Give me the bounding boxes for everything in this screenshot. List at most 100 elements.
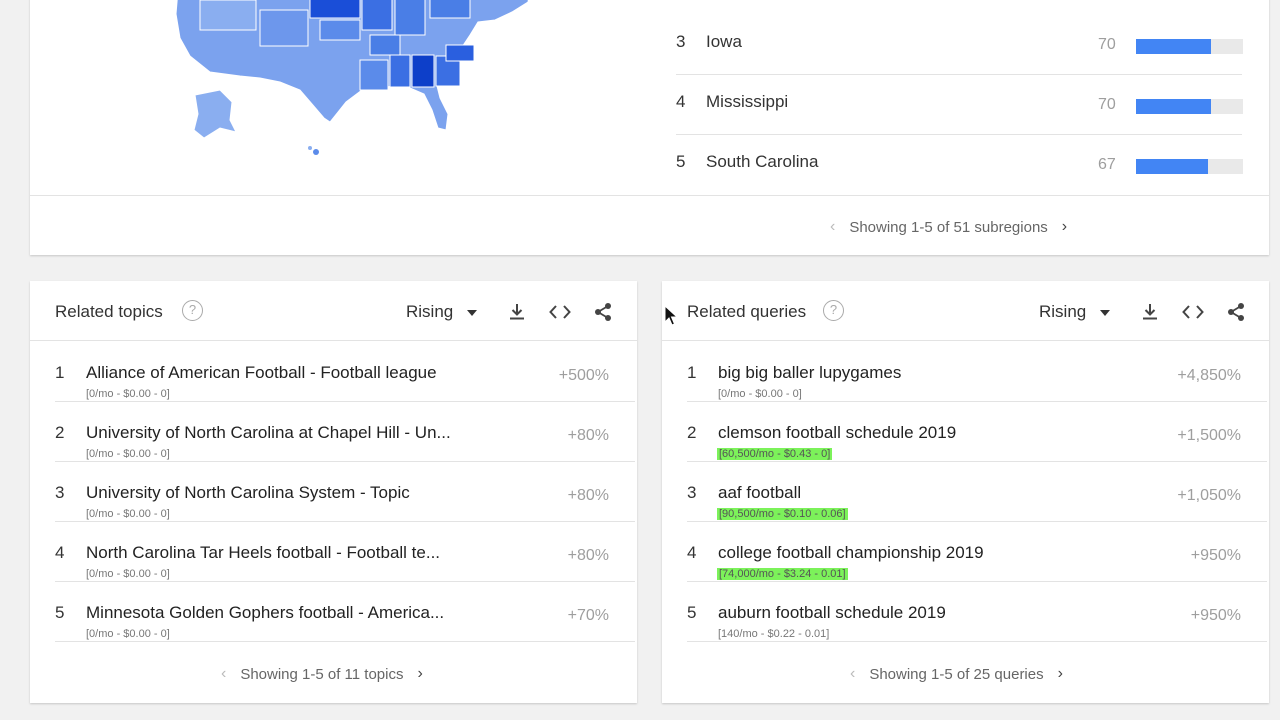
map-state bbox=[411, 54, 435, 88]
prev-page-icon[interactable]: ‹ bbox=[221, 665, 226, 683]
rank-number: 1 bbox=[687, 363, 697, 382]
map-alaska bbox=[193, 89, 237, 139]
pager-text: Showing 1-5 of 51 subregions bbox=[849, 218, 1048, 236]
subregion-row[interactable]: 4 Mississippi 70 bbox=[676, 75, 1243, 135]
card-title: Related topics bbox=[55, 302, 163, 321]
topic-label[interactable]: University of North Carolina System - To… bbox=[86, 483, 410, 503]
keyword-metrics: [74,000/mo - $3.24 - 0.01] bbox=[717, 568, 848, 580]
rank-number: 3 bbox=[55, 483, 65, 502]
value-bar-fill bbox=[1136, 99, 1211, 114]
share-icon[interactable] bbox=[1224, 300, 1248, 324]
map-hawaii bbox=[313, 149, 319, 155]
filter-dropdown[interactable]: Rising bbox=[406, 302, 478, 322]
query-label[interactable]: aaf football bbox=[718, 483, 801, 503]
related-topics-card: Related topics ? Rising 1 Alliance of Am… bbox=[30, 281, 637, 703]
chevron-down-icon bbox=[1100, 309, 1111, 316]
map-state bbox=[199, 0, 257, 31]
rank-number: 1 bbox=[55, 363, 65, 382]
topic-label[interactable]: North Carolina Tar Heels football - Foot… bbox=[86, 543, 440, 563]
query-label[interactable]: auburn football schedule 2019 bbox=[718, 603, 946, 623]
subregion-name[interactable]: South Carolina bbox=[706, 152, 818, 172]
mouse-cursor-icon bbox=[664, 305, 678, 326]
pager-text: Showing 1-5 of 11 topics bbox=[240, 665, 404, 683]
list-item[interactable]: 2 clemson football schedule 2019 [60,500… bbox=[687, 402, 1267, 462]
value-bar-fill bbox=[1136, 39, 1211, 54]
share-icon[interactable] bbox=[591, 300, 615, 324]
map-state bbox=[359, 59, 389, 91]
keyword-metrics: [0/mo - $0.00 - 0] bbox=[86, 628, 170, 640]
list-item[interactable]: 2 University of North Carolina at Chapel… bbox=[55, 402, 635, 462]
list-item[interactable]: 5 auburn football schedule 2019 [140/mo … bbox=[687, 582, 1267, 642]
value-bar bbox=[1136, 99, 1243, 114]
subregion-value: 67 bbox=[1098, 156, 1116, 173]
rising-percent: +950% bbox=[1190, 547, 1241, 564]
rising-percent: +70% bbox=[567, 607, 609, 624]
prev-page-icon[interactable]: ‹ bbox=[850, 665, 855, 683]
rank-number: 5 bbox=[676, 152, 686, 171]
rising-percent: +4,850% bbox=[1177, 367, 1241, 384]
prev-page-icon[interactable]: ‹ bbox=[830, 218, 835, 236]
rank-number: 4 bbox=[55, 543, 65, 562]
query-label[interactable]: big big baller lupygames bbox=[718, 363, 901, 383]
keyword-metrics: [0/mo - $0.00 - 0] bbox=[86, 448, 170, 460]
list-item[interactable]: 1 big big baller lupygames [0/mo - $0.00… bbox=[687, 342, 1267, 402]
topic-label[interactable]: Minnesota Golden Gophers football - Amer… bbox=[86, 603, 444, 623]
next-page-icon[interactable]: › bbox=[417, 665, 422, 683]
divider bbox=[30, 195, 1269, 196]
download-icon[interactable] bbox=[505, 300, 529, 324]
map-state bbox=[259, 9, 309, 47]
topics-pager: ‹ Showing 1-5 of 11 topics › bbox=[221, 665, 423, 683]
filter-value: Rising bbox=[1039, 302, 1087, 321]
map-state bbox=[361, 0, 393, 31]
map-state bbox=[394, 0, 426, 36]
keyword-metrics: [0/mo - $0.00 - 0] bbox=[86, 508, 170, 520]
rank-number: 4 bbox=[676, 92, 686, 111]
map-state bbox=[445, 44, 475, 62]
keyword-metrics: [60,500/mo - $0.43 - 0] bbox=[717, 448, 833, 460]
topic-label[interactable]: Alliance of American Football - Football… bbox=[86, 363, 437, 383]
value-bar bbox=[1136, 159, 1243, 174]
list-item[interactable]: 1 Alliance of American Football - Footba… bbox=[55, 342, 635, 402]
next-page-icon[interactable]: › bbox=[1062, 218, 1067, 236]
subregion-name[interactable]: Mississippi bbox=[706, 92, 788, 112]
list-item[interactable]: 3 University of North Carolina System - … bbox=[55, 462, 635, 522]
subregion-name[interactable]: Iowa bbox=[706, 32, 742, 52]
help-icon[interactable]: ? bbox=[182, 300, 203, 321]
query-label[interactable]: college football championship 2019 bbox=[718, 543, 984, 563]
subregion-row[interactable]: 5 South Carolina 67 bbox=[676, 135, 1243, 195]
rank-number: 4 bbox=[687, 543, 697, 562]
rank-number: 3 bbox=[687, 483, 697, 502]
keyword-metrics: [0/mo - $0.00 - 0] bbox=[86, 388, 170, 400]
us-map[interactable] bbox=[140, 0, 540, 170]
list-item[interactable]: 3 aaf football [90,500/mo - $0.10 - 0.06… bbox=[687, 462, 1267, 522]
card-header: Related queries ? Rising bbox=[662, 281, 1269, 341]
query-label[interactable]: clemson football schedule 2019 bbox=[718, 423, 956, 443]
topic-label[interactable]: University of North Carolina at Chapel H… bbox=[86, 423, 451, 443]
rising-percent: +80% bbox=[567, 547, 609, 564]
map-state bbox=[309, 0, 361, 19]
rising-percent: +1,050% bbox=[1177, 487, 1241, 504]
embed-icon[interactable] bbox=[1181, 300, 1205, 324]
list-item[interactable]: 4 North Carolina Tar Heels football - Fo… bbox=[55, 522, 635, 582]
rank-number: 5 bbox=[687, 603, 697, 622]
filter-dropdown[interactable]: Rising bbox=[1039, 302, 1111, 322]
download-icon[interactable] bbox=[1138, 300, 1162, 324]
subregion-pager: ‹ Showing 1-5 of 51 subregions › bbox=[830, 218, 1067, 236]
list-item[interactable]: 4 college football championship 2019 [74… bbox=[687, 522, 1267, 582]
keyword-metrics: [90,500/mo - $0.10 - 0.06] bbox=[717, 508, 848, 520]
filter-value: Rising bbox=[406, 302, 454, 321]
help-icon[interactable]: ? bbox=[823, 300, 844, 321]
list-item[interactable]: 5 Minnesota Golden Gophers football - Am… bbox=[55, 582, 635, 642]
rank-number: 2 bbox=[55, 423, 65, 442]
card-header: Related topics ? Rising bbox=[30, 281, 637, 341]
map-state bbox=[389, 54, 411, 88]
keyword-metrics: [0/mo - $0.00 - 0] bbox=[86, 568, 170, 580]
next-page-icon[interactable]: › bbox=[1058, 665, 1063, 683]
rank-number: 2 bbox=[687, 423, 697, 442]
subregion-row[interactable]: 3 Iowa 70 bbox=[676, 15, 1243, 75]
embed-icon[interactable] bbox=[548, 300, 572, 324]
keyword-metrics: [0/mo - $0.00 - 0] bbox=[718, 388, 802, 400]
rising-percent: +500% bbox=[558, 367, 609, 384]
card-title: Related queries bbox=[687, 302, 807, 321]
map-state bbox=[369, 34, 401, 56]
